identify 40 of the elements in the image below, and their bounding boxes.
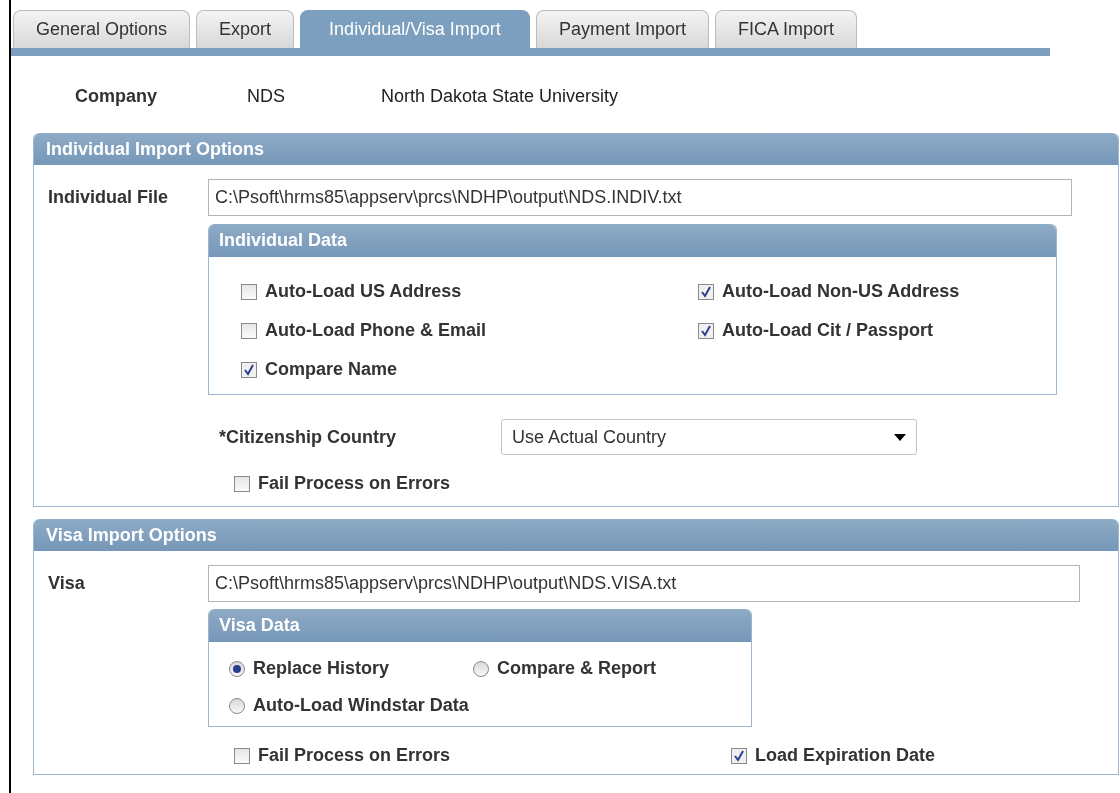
checkbox-label: Auto-Load US Address [265, 281, 462, 302]
checkbox-label: Fail Process on Errors [258, 473, 451, 494]
tab[interactable]: Payment Import [535, 10, 709, 48]
section-title: Individual Import Options [34, 133, 1118, 165]
checkbox-label: Auto-Load Phone & Email [265, 320, 486, 341]
caret-icon [894, 433, 906, 441]
checkbox[interactable] [698, 283, 714, 300]
company-code: NDS [247, 86, 286, 107]
checkbox[interactable] [731, 747, 747, 764]
radio-button[interactable] [229, 660, 245, 677]
checkbox[interactable] [241, 283, 257, 300]
checkbox-label: Auto-Load Cit / Passport [722, 320, 933, 341]
company-label: Company [75, 86, 158, 107]
checkbox[interactable] [698, 322, 714, 339]
radio-label: Auto-Load Windstar Data [253, 695, 469, 716]
group-title: Individual Data [209, 224, 1056, 257]
checkbox[interactable] [241, 322, 257, 339]
tab[interactable]: FICA Import [714, 10, 857, 48]
radio-label: Compare & Report [497, 658, 657, 679]
checkbox-label: Load Expiration Date [755, 745, 936, 766]
input-field[interactable]: C:\Psoft\hrms85\appserv\prcs\NDHP\output\NDS.INDIV.txt [208, 179, 1072, 216]
section-title: Visa Import Options [34, 519, 1118, 551]
company-name: North Dakota State University [381, 86, 619, 107]
dropdown[interactable]: Use Actual Country [501, 419, 917, 455]
tab[interactable]: Export [196, 10, 295, 48]
radio-button[interactable] [229, 697, 245, 714]
checkbox-label: Compare Name [265, 359, 398, 380]
checkbox[interactable] [241, 361, 257, 378]
checkbox[interactable] [234, 475, 250, 492]
checkbox-label: Fail Process on Errors [258, 745, 451, 766]
radio-button[interactable] [473, 660, 489, 677]
field-label: *Citizenship Country [219, 426, 397, 448]
input-field[interactable]: C:\Psoft\hrms85\appserv\prcs\NDHP\output\NDS.VISA.txt [208, 565, 1080, 602]
field-label: Visa [47, 573, 86, 594]
checkbox-label: Auto-Load Non-US Address [722, 281, 960, 302]
field-label: Individual File [47, 187, 169, 208]
checkbox[interactable] [234, 747, 250, 764]
group-title: Visa Data [209, 609, 751, 642]
radio-label: Replace History [253, 658, 390, 679]
tab[interactable]: General Options [13, 10, 191, 48]
